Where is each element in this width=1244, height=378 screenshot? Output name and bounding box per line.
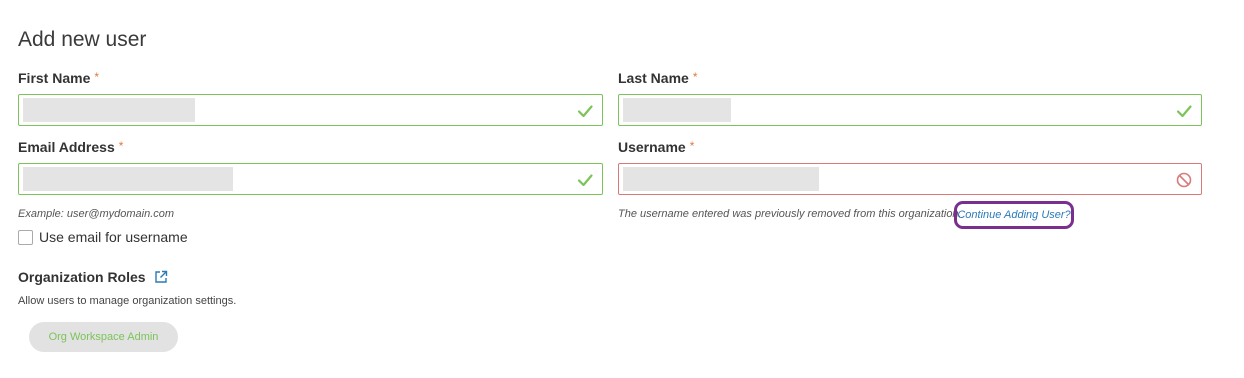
check-icon [1176, 105, 1192, 118]
page-title: Add new user [18, 28, 147, 52]
required-asterisk: * [692, 70, 698, 84]
check-icon [577, 174, 593, 187]
organization-roles-heading: Organization Roles [18, 269, 168, 285]
username-label: Username * [618, 139, 694, 155]
organization-roles-title: Organization Roles [18, 269, 146, 285]
last-name-field [618, 94, 1202, 126]
username-error-text: The username entered was previously remo… [618, 208, 962, 220]
username-field [618, 163, 1202, 195]
first-name-label: First Name * [18, 70, 99, 86]
external-link-icon[interactable] [154, 270, 168, 284]
org-workspace-admin-chip[interactable]: Org Workspace Admin [29, 322, 178, 352]
required-asterisk: * [118, 139, 124, 153]
email-label-text: Email Address [18, 139, 115, 155]
email-hint: Example: user@mydomain.com [18, 208, 175, 220]
first-name-label-text: First Name [18, 70, 91, 86]
email-input[interactable] [23, 167, 233, 191]
use-email-checkbox-row[interactable]: Use email for username [18, 229, 188, 245]
required-asterisk: * [94, 70, 100, 84]
use-email-checkbox[interactable] [18, 229, 33, 245]
required-asterisk: * [689, 139, 695, 153]
email-field [18, 163, 603, 195]
first-name-field [18, 94, 603, 126]
last-name-label: Last Name * [618, 70, 697, 86]
check-icon [577, 105, 593, 118]
use-email-checkbox-label: Use email for username [39, 229, 188, 245]
organization-roles-description: Allow users to manage organization setti… [18, 295, 237, 307]
continue-adding-user-highlight: Continue Adding User? [954, 201, 1074, 229]
continue-adding-user-link[interactable]: Continue Adding User? [957, 209, 1070, 221]
prohibited-icon [1176, 172, 1192, 188]
last-name-input[interactable] [623, 98, 731, 122]
username-input[interactable] [623, 167, 819, 191]
email-label: Email Address * [18, 139, 123, 155]
username-label-text: Username [618, 139, 686, 155]
first-name-input[interactable] [23, 98, 195, 122]
last-name-label-text: Last Name [618, 70, 689, 86]
